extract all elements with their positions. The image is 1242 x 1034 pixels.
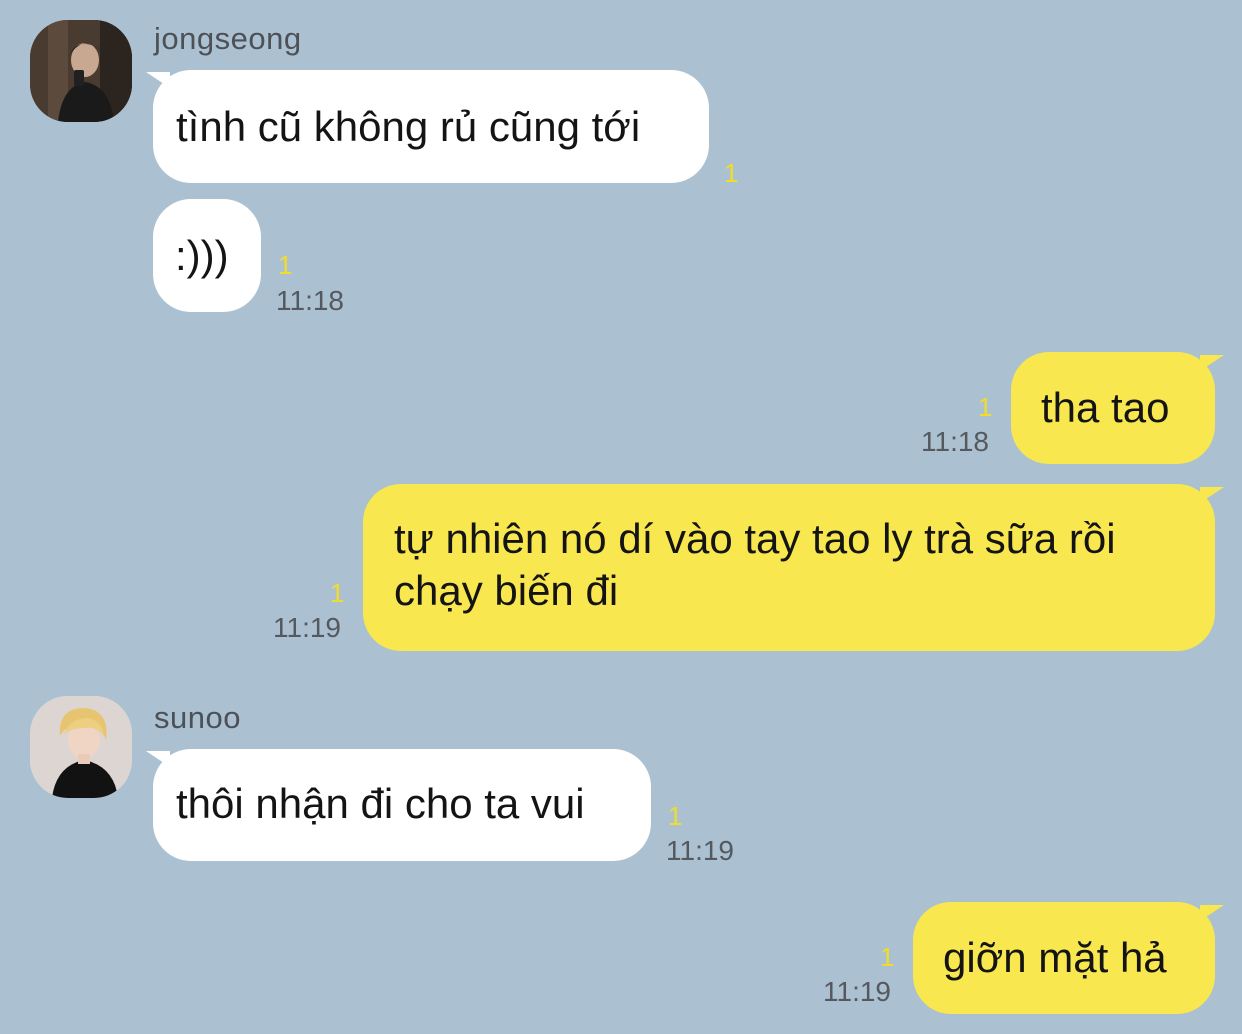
message-bubble[interactable]: tự nhiên nó dí vào tay tao ly trà sữa rồ…	[363, 484, 1215, 651]
message-bubble[interactable]: giỡn mặt hả	[913, 902, 1215, 1014]
message-text: thôi nhận đi cho ta vui	[176, 780, 585, 827]
avatar-sunoo[interactable]	[30, 696, 132, 798]
unread-count: 1	[978, 392, 993, 422]
message-time: 11:19	[823, 976, 891, 1007]
chat-room[interactable]: jongseong tình cũ không rủ cũng tới 1 :)…	[0, 0, 1242, 1034]
unread-count: 1	[278, 250, 293, 280]
unread-count: 1	[668, 801, 683, 831]
message-text: tình cũ không rủ cũng tới	[176, 103, 641, 150]
unread-count: 1	[880, 942, 895, 972]
message-text-line: chạy biến đi	[394, 567, 619, 614]
message-time: 11:19	[666, 835, 734, 866]
message-text: giỡn mặt hả	[943, 934, 1167, 981]
avatar-photo-icon	[30, 20, 132, 122]
unread-count: 1	[330, 578, 345, 608]
message-time: 11:19	[273, 612, 341, 643]
message-bubble[interactable]: :)))	[153, 199, 261, 312]
avatar-photo-icon	[30, 696, 132, 798]
sender-name: jongseong	[154, 21, 302, 56]
message-bubble[interactable]: tình cũ không rủ cũng tới	[153, 70, 709, 183]
message-bubble[interactable]: thôi nhận đi cho ta vui	[153, 749, 651, 861]
message-time: 11:18	[276, 285, 344, 316]
avatar-jongseong[interactable]	[30, 20, 132, 122]
message-bubble[interactable]: tha tao	[1011, 352, 1215, 464]
message-text: tha tao	[1041, 384, 1170, 431]
message-text: :)))	[175, 232, 229, 279]
unread-count: 1	[724, 158, 739, 188]
message-time: 11:18	[921, 426, 989, 457]
sender-name: sunoo	[154, 700, 241, 735]
message-text-line: tự nhiên nó dí vào tay tao ly trà sữa rồ…	[394, 515, 1116, 562]
